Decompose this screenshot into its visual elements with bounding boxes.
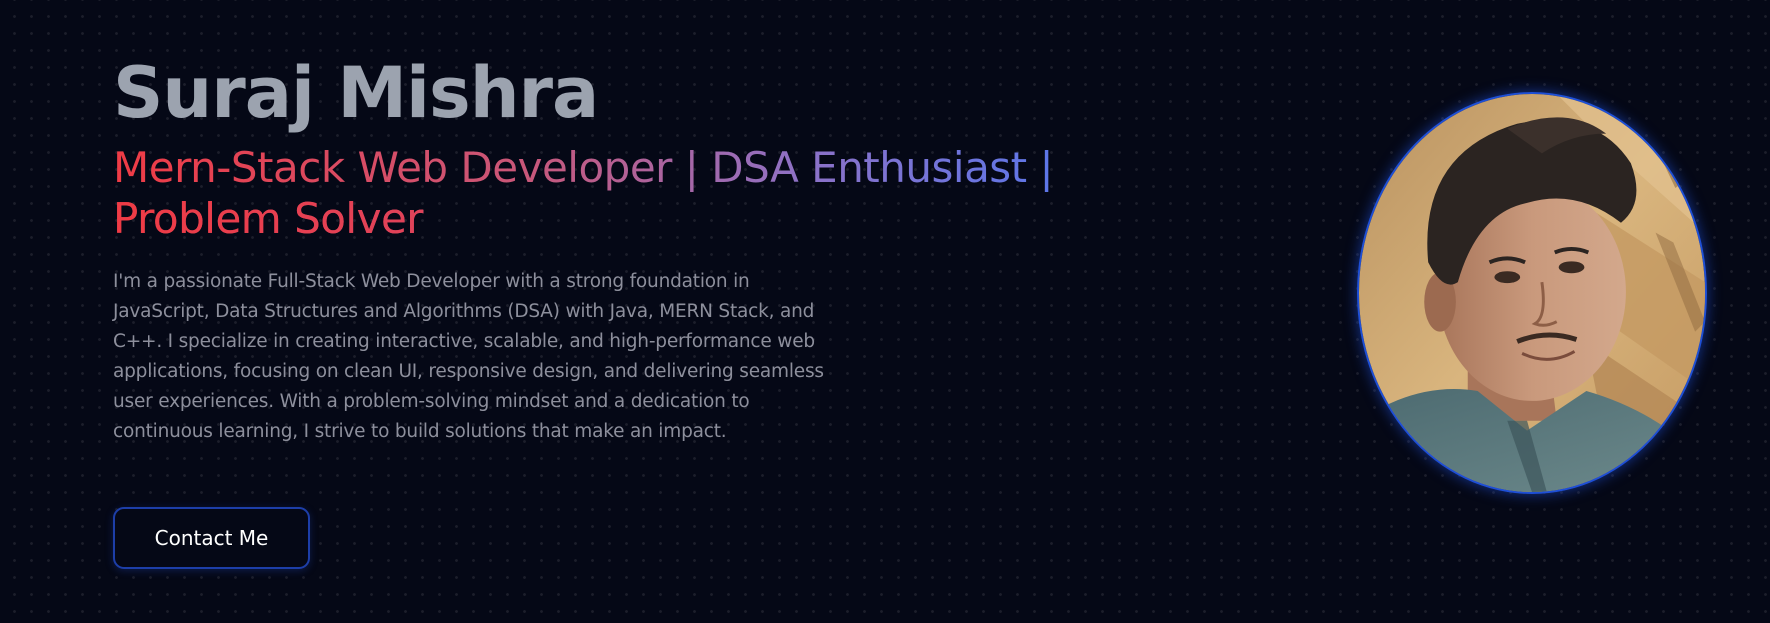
- avatar: [1357, 92, 1707, 494]
- hero-section: Suraj Mishra Mern-Stack Web Developer | …: [0, 0, 1770, 623]
- hero-role-line2: Problem Solver: [113, 194, 424, 243]
- hero-bio: I'm a passionate Full-Stack Web Develope…: [113, 271, 824, 442]
- hero-role-line1: Mern-Stack Web Developer | DSA Enthusias…: [113, 143, 1054, 192]
- hero-name: Suraj Mishra: [113, 52, 599, 134]
- hero-role: Mern-Stack Web Developer | DSA Enthusias…: [113, 142, 1193, 244]
- profile-photo-icon: [1359, 94, 1705, 492]
- hero-text: Suraj Mishra Mern-Stack Web Developer | …: [113, 48, 1193, 447]
- contact-me-button[interactable]: Contact Me: [113, 507, 310, 569]
